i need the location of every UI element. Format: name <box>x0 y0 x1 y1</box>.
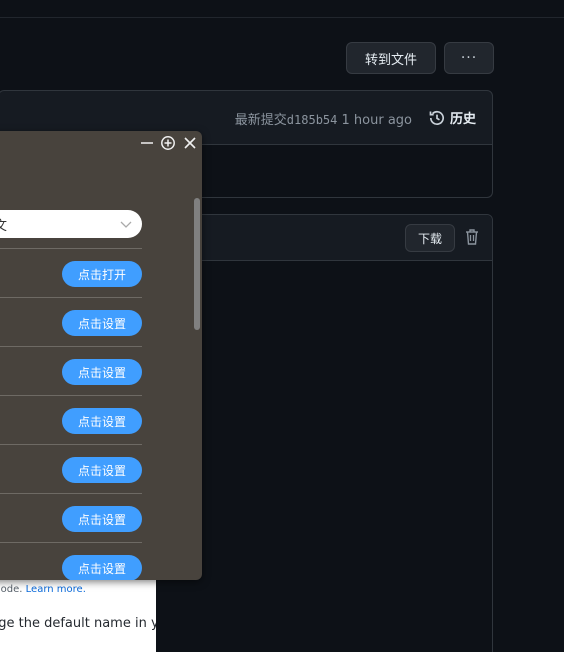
popup-scrollbar-thumb[interactable] <box>194 198 200 330</box>
history-label: 历史 <box>449 112 476 127</box>
open-button[interactable]: 点击打开 <box>62 261 142 287</box>
goto-file-button[interactable]: 转到文件 <box>346 42 436 74</box>
configure-button[interactable]: 点击设置 <box>62 555 142 580</box>
history-icon <box>429 110 444 125</box>
add-circle-icon[interactable] <box>160 135 176 151</box>
history-button[interactable]: 历史 <box>428 108 476 127</box>
setting-row: 点击设置 <box>0 493 142 542</box>
commit-time: 1 hour ago <box>341 113 412 128</box>
settings-popup: 文 点击打开 点击设置 点击设置 点击设置 点击设置 点击设置 点击设置 <box>0 131 202 580</box>
trash-icon[interactable] <box>464 228 480 246</box>
configure-button[interactable]: 点击设置 <box>62 310 142 336</box>
configure-button[interactable]: 点击设置 <box>62 457 142 483</box>
background-text-line-2: nge the default name in yo <box>0 616 156 631</box>
download-button[interactable]: 下载 <box>405 224 455 252</box>
close-icon[interactable] <box>182 135 198 151</box>
background-text: h your code. <box>0 584 23 595</box>
language-select[interactable]: 文 <box>0 210 142 238</box>
configure-button[interactable]: 点击设置 <box>62 506 142 532</box>
setting-row: 点击设置 <box>0 297 142 346</box>
setting-row: 点击设置 <box>0 346 142 395</box>
setting-row: 点击设置 <box>0 395 142 444</box>
learn-more-link[interactable]: Learn more. <box>26 584 86 595</box>
chevron-down-icon <box>120 221 132 228</box>
background-page-fragment: h your code. Learn more. nge the default… <box>0 575 156 652</box>
configure-button[interactable]: 点击设置 <box>62 408 142 434</box>
configure-button[interactable]: 点击设置 <box>62 359 142 385</box>
latest-commit-label: 最新提交 <box>234 113 287 128</box>
background-text-line: h your code. Learn more. <box>0 584 86 595</box>
setting-row: 点击设置 <box>0 444 142 493</box>
minimize-icon[interactable] <box>139 135 155 151</box>
commit-hash-link[interactable]: d185b54 <box>287 113 338 127</box>
setting-row: 点击设置 <box>0 542 142 580</box>
language-select-value: 文 <box>0 218 8 234</box>
commit-info: 最新提交d185b54 1 hour ago <box>235 109 412 128</box>
header-divider <box>0 17 564 18</box>
more-options-button[interactable]: ··· <box>444 42 494 74</box>
setting-row: 点击打开 <box>0 248 142 297</box>
